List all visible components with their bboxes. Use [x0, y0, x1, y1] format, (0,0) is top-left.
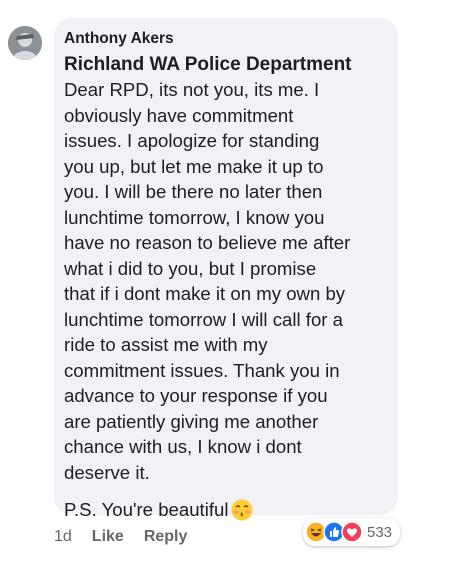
comment-bubble: Anthony Akers Richland WA Police Departm…	[54, 18, 398, 520]
reply-link[interactable]: Reply	[144, 528, 188, 546]
reaction-count: 533	[367, 523, 393, 541]
kissing-face-icon	[231, 499, 252, 520]
avatar-image	[8, 26, 42, 60]
comment-author[interactable]: Anthony Akers	[64, 29, 388, 49]
timestamp[interactable]: 1d	[54, 528, 72, 546]
love-icon	[341, 521, 363, 543]
comment-actions: 1d Like Reply	[54, 528, 187, 546]
comment-text: Dear RPD, its not you, its me. I obvious…	[64, 79, 351, 483]
ps-text: P.S. You're beautiful	[64, 499, 229, 520]
reaction-summary[interactable]: 533	[303, 518, 401, 546]
like-link[interactable]: Like	[92, 528, 124, 546]
tagged-page[interactable]: Richland WA Police Department	[64, 52, 388, 77]
avatar[interactable]	[8, 26, 42, 60]
